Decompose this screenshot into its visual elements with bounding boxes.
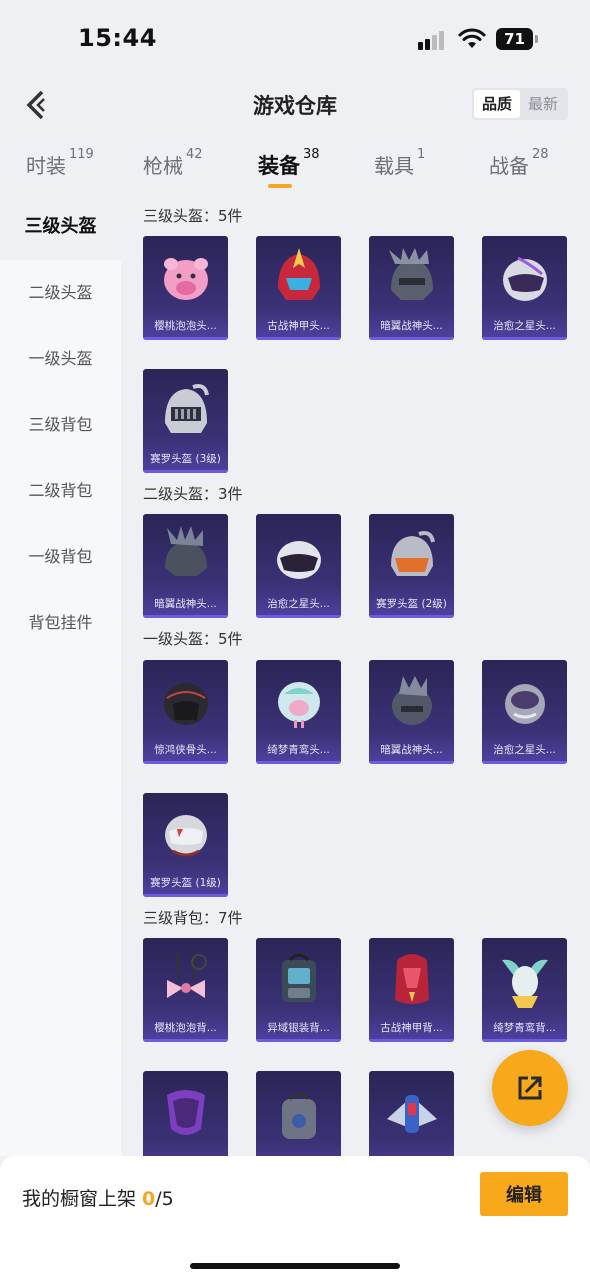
pink-animal-helmet-icon [164,258,208,300]
category-tabs: 时装 119 枪械 42 装备 38 载具 1 战备 28 [0,140,590,194]
dark-wing-helmet-icon [389,248,433,300]
tab-supplies[interactable]: 战备 28 [489,147,549,179]
zero-helmet-level3-icon [165,384,209,433]
red-warrior-helmet-icon [278,248,320,300]
white-star-helmet-icon [277,541,321,579]
item-name: 樱桃泡泡背... [154,1022,217,1034]
external-link-icon [518,1076,542,1100]
item-name: 惊鸿侠骨头... [154,744,217,756]
item-name: 暗翼战神头... [380,744,443,756]
white-star-helmet-icon [503,256,547,301]
home-indicator [190,1263,400,1269]
item-card[interactable] [143,1071,228,1156]
teal-dream-helmet-icon [278,682,320,728]
item-card[interactable]: 樱桃泡泡头... [143,236,228,340]
item-card[interactable]: 暗翼战神头... [369,660,454,764]
item-name: 樱桃泡泡头... [154,320,217,332]
showcase-bar: 我的橱窗上架 0/5 编辑 [0,1156,590,1280]
item-name: 绮梦青鸾背... [493,1022,556,1034]
item-card[interactable]: 暗翼战神头... [143,514,228,618]
dark-wing-helmet-icon [165,526,207,576]
silver-backpack-icon [282,953,316,1002]
item-name: 赛罗头盔 (1级) [150,877,221,889]
sidebar-item-level2-helmet[interactable]: 二级头盔 [0,280,121,306]
item-name: 赛罗头盔 (2级) [376,598,447,610]
section-title: 三级背包：7件 [143,909,243,927]
teal-dream-backpack-icon [502,959,548,1008]
status-time: 15:44 [78,24,157,52]
wifi-icon [458,28,486,48]
item-grid: 三级头盔：5件 樱桃泡泡头... 古战神甲头... 暗翼战神头... 治愈之星头… [121,194,590,1156]
pink-bow-backpack-icon [167,953,207,998]
sort-toggle: 品质 最新 [472,88,568,120]
sidebar-item-level1-backpack[interactable]: 一级背包 [0,544,121,570]
zero-helmet-level1-icon [165,815,207,857]
item-card[interactable]: 治愈之星头... [256,514,341,618]
item-name: 治愈之星头... [493,744,556,756]
zero-helmet-level2-icon [391,531,435,576]
black-open-face-helmet-icon [164,683,208,725]
item-card[interactable]: 赛罗头盔 (2级) [369,514,454,618]
item-name: 治愈之星头... [493,320,556,332]
battery-level: 71 [496,28,533,50]
tab-equipment[interactable]: 装备 38 [258,147,320,180]
showcase-status: 我的橱窗上架 0/5 [22,1188,174,1210]
item-card[interactable]: 古战神甲背... [369,938,454,1042]
dark-wing-helmet-icon [392,676,432,725]
status-bar: 15:44 71 [0,0,590,78]
sidebar-item-level3-helmet[interactable]: 三级头盔 [0,194,121,260]
item-name: 异域银装背... [267,1022,330,1034]
white-star-helmet-icon [505,684,545,724]
share-button[interactable] [492,1050,568,1126]
winged-backpack-icon [387,1095,437,1133]
tab-weapons[interactable]: 枪械 42 [143,147,203,179]
item-name: 治愈之星头... [267,598,330,610]
item-name: 暗翼战神头... [380,320,443,332]
item-name: 暗翼战神头... [154,598,217,610]
sidebar-item-level2-backpack[interactable]: 二级背包 [0,478,121,504]
item-card[interactable]: 惊鸿侠骨头... [143,660,228,764]
item-card[interactable]: 古战神甲头... [256,236,341,340]
tab-vehicles[interactable]: 载具 1 [374,147,425,179]
item-name: 赛罗头盔 (3级) [150,453,221,465]
item-card[interactable]: 绮梦青鸾头... [256,660,341,764]
sidebar-item-level1-helmet[interactable]: 一级头盔 [0,346,121,372]
tab-active-indicator [268,184,292,188]
item-card[interactable]: 赛罗头盔 (1级) [143,793,228,897]
edit-button[interactable]: 编辑 [480,1172,568,1216]
item-name: 古战神甲头... [267,320,330,332]
cellular-signal-icon [418,30,448,50]
item-card[interactable]: 治愈之星头... [482,660,567,764]
item-card[interactable]: 治愈之星头... [482,236,567,340]
tab-fashion[interactable]: 时装 119 [26,147,94,179]
sidebar: 三级头盔 二级头盔 一级头盔 三级背包 二级背包 一级背包 背包挂件 [0,194,121,1156]
item-card[interactable] [369,1071,454,1156]
battery-icon: 71 [496,28,538,50]
sidebar-item-level3-backpack[interactable]: 三级背包 [0,412,121,438]
section-title: 三级头盔：5件 [143,207,243,225]
sort-quality-button[interactable]: 品质 [474,90,520,118]
section-title: 二级头盔：3件 [143,485,243,503]
sidebar-item-backpack-charm[interactable]: 背包挂件 [0,610,121,636]
sort-newest-button[interactable]: 最新 [520,90,566,118]
item-card[interactable]: 绮梦青鸾背... [482,938,567,1042]
section-title: 一级头盔：5件 [143,630,243,648]
gray-backpack-icon [282,1091,316,1139]
item-name: 绮梦青鸾头... [267,744,330,756]
navigation-bar: 游戏仓库 品质 最新 [0,78,590,134]
item-name: 古战神甲背... [380,1022,443,1034]
item-card[interactable]: 赛罗头盔 (3级) [143,369,228,473]
purple-shield-backpack-icon [167,1090,205,1135]
red-warrior-backpack-icon [395,954,429,1004]
item-card[interactable]: 异域银装背... [256,938,341,1042]
item-card[interactable]: 樱桃泡泡背... [143,938,228,1042]
item-card[interactable]: 暗翼战神头... [369,236,454,340]
item-card[interactable] [256,1071,341,1156]
